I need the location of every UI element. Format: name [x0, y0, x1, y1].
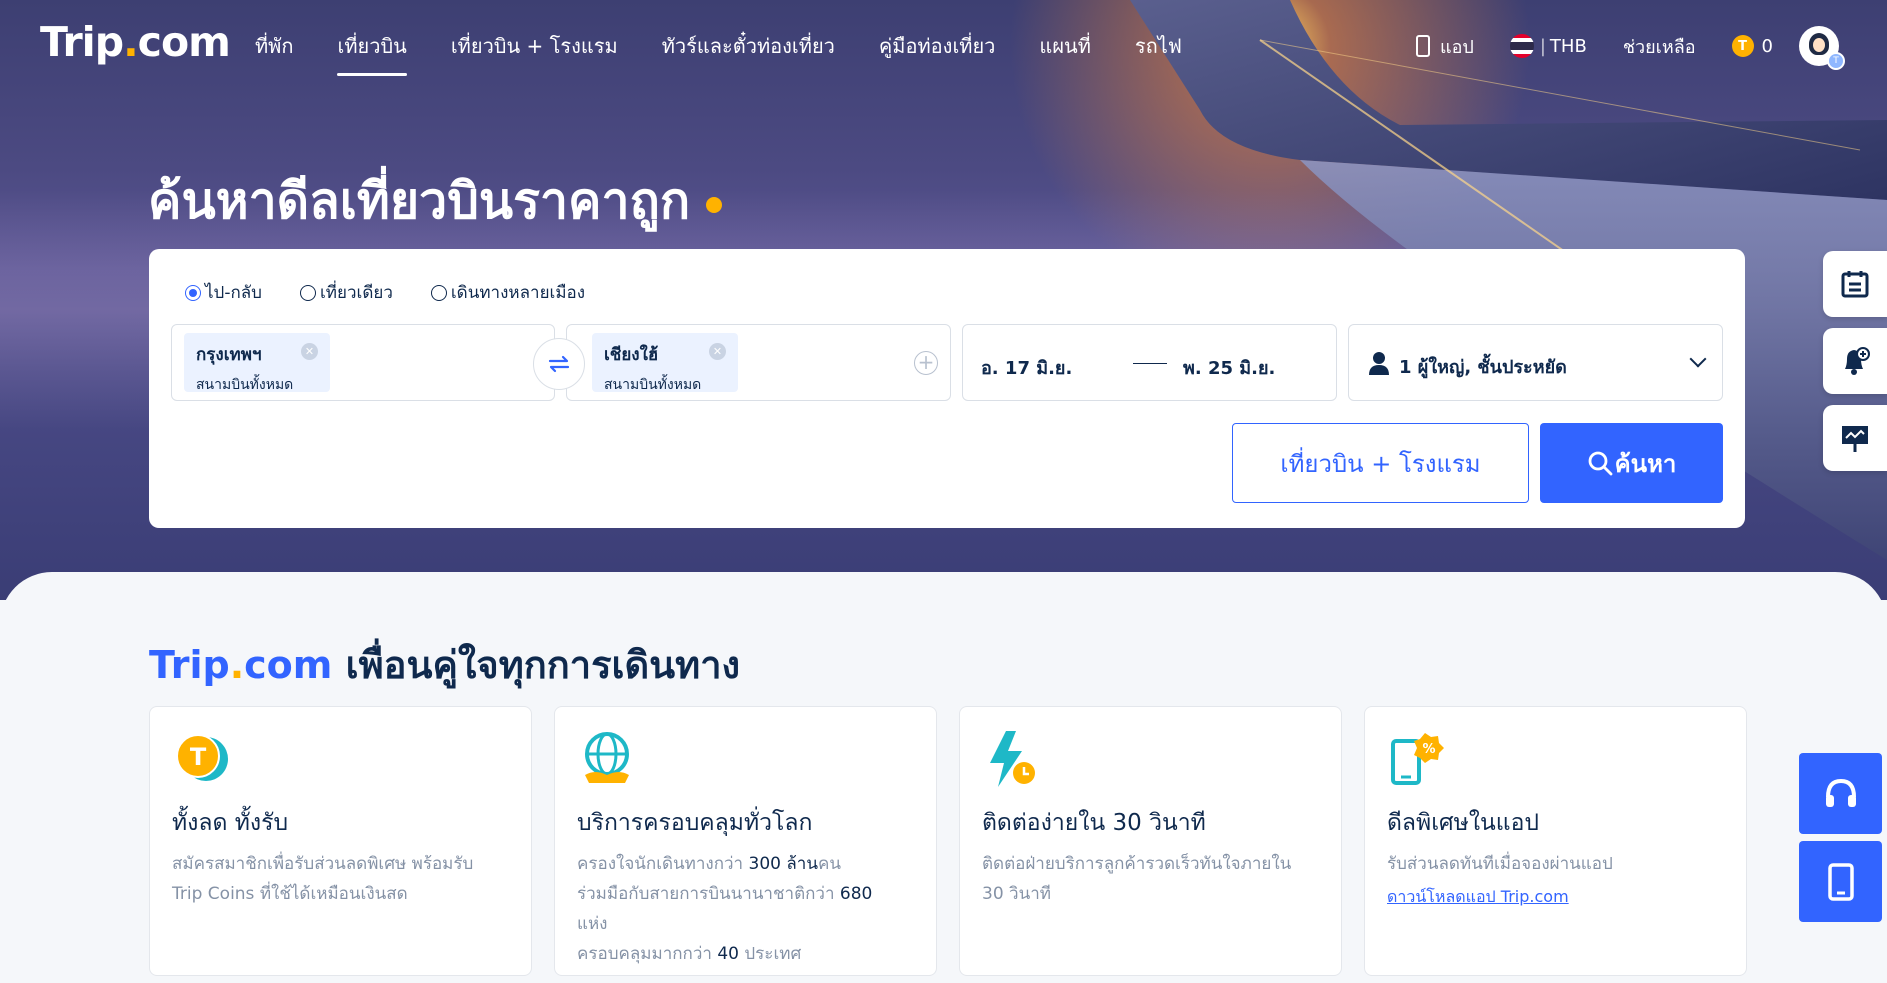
feature-card-global: บริการครอบคลุมทั่วโลก ครองใจนักเดินทางกว… [554, 706, 937, 976]
floating-actions [1799, 753, 1882, 929]
trip-coin-icon: T [1731, 35, 1754, 57]
mobile-app-button[interactable] [1799, 841, 1882, 922]
nav-link-tours-tickets[interactable]: ทัวร์และตั๋วท่องเที่ยว [662, 30, 835, 62]
download-app-link[interactable]: ดาวน์โหลดแอป Trip.com [1387, 885, 1569, 910]
person-icon [1369, 352, 1389, 375]
search-icon [1588, 451, 1613, 476]
trip-type-options: ไป-กลับ เที่ยวเดียว เดินทางหลายเมือง [185, 279, 623, 306]
nav-link-travel-guide[interactable]: คู่มือท่องเที่ยว [879, 30, 996, 62]
nav-links: ที่พัก เที่ยวบิน เที่ยวบิน + โรงแรม ทัวร… [255, 30, 1226, 76]
return-date[interactable]: พ. 25 มิ.ย. [1183, 353, 1275, 382]
page-title: ค้นหาดีลเที่ยวบินราคาถูก [148, 162, 723, 241]
card-description: ติดต่อฝ่ายบริการลูกค้ารวดเร็วทันใจภายใน … [982, 854, 1292, 904]
top-nav: Trip.com ที่พัก เที่ยวบิน เที่ยวบิน + โร… [0, 0, 1887, 86]
swap-icon [548, 355, 570, 373]
svg-text:%: % [1422, 742, 1435, 757]
card-title: ติดต่อง่ายใน 30 วินาที [982, 810, 1206, 836]
calendar-tool-button[interactable] [1823, 251, 1887, 317]
clear-origin-icon[interactable]: ✕ [301, 343, 318, 360]
section-title: Trip.com เพื่อนคู่ใจทุกการเดินทาง [149, 643, 741, 687]
app-label: แอป [1440, 36, 1474, 58]
nav-link-trains[interactable]: รถไฟ [1135, 30, 1182, 62]
app-deal-icon: % [1391, 733, 1444, 785]
nav-link-hotels[interactable]: ที่พัก [255, 30, 293, 62]
help-link[interactable]: ช่วยเหลือ [1623, 32, 1696, 61]
trip-logo[interactable]: Trip.com [40, 18, 231, 66]
coins-count: 0 [1761, 35, 1773, 57]
card-title: ดีลพิเศษในแอป [1387, 810, 1540, 836]
card-title: ทั้งลด ทั้งรับ [172, 810, 289, 836]
mobile-app-icon [1827, 862, 1854, 901]
thai-flag-icon [1509, 34, 1534, 58]
passenger-summary: 1 ผู้ใหญ่, ชั้นประหยัด [1399, 357, 1567, 378]
app-download-link[interactable]: แอป [1416, 32, 1474, 61]
passenger-class-field[interactable]: 1 ผู้ใหญ่, ชั้นประหยัด [1348, 324, 1723, 401]
card-title: บริการครอบคลุมทั่วโลก [577, 810, 813, 836]
clear-destination-icon[interactable]: ✕ [709, 343, 726, 360]
divider: | [1539, 35, 1546, 57]
calendar-icon [1841, 271, 1869, 298]
nav-utilities: แอป | THB ช่วยเหลือ T 0 T [1380, 26, 1845, 70]
brand-text: Trip.com [149, 643, 333, 687]
nav-link-flight-hotel[interactable]: เที่ยวบิน + โรงแรม [451, 30, 618, 62]
currency-label: THB [1549, 35, 1587, 57]
price-alert-button[interactable] [1823, 328, 1887, 394]
depart-date[interactable]: อ. 17 มิ.ย. [981, 353, 1072, 382]
trip-coins[interactable]: T 0 [1731, 35, 1773, 57]
destination-field[interactable]: เชียงใฮ้ สนามบินทั้งหมด ✕ + [566, 324, 951, 401]
flight-hotel-button[interactable]: เที่ยวบิน + โรงแรม [1232, 423, 1529, 503]
price-trend-button[interactable] [1823, 405, 1887, 471]
origin-airport: สนามบินทั้งหมด [196, 377, 294, 393]
date-separator [1133, 363, 1167, 364]
feature-card-app-deal: % ดีลพิเศษในแอป รับส่วนลดทันทีเมื่อจองผ่… [1364, 706, 1747, 976]
phone-icon [1416, 35, 1430, 57]
headline-dot [706, 196, 723, 213]
flight-search-card: ไป-กลับ เที่ยวเดียว เดินทางหลายเมือง กรุ… [149, 249, 1745, 528]
card-description: รับส่วนลดทันทีเมื่อจองผ่านแอป [1387, 854, 1613, 874]
trip-coins-icon: T [176, 734, 228, 781]
price-trend-icon [1842, 426, 1868, 452]
svg-text:T: T [190, 743, 207, 771]
feature-card-contact: ติดต่อง่ายใน 30 วินาที ติดต่อฝ่ายบริการล… [959, 706, 1342, 976]
trip-type-multi-city[interactable]: เดินทางหลายเมือง [430, 279, 585, 306]
card-description: สมัครสมาชิกเพื่อรับส่วนลดพิเศษ พร้อมรับ … [172, 854, 474, 904]
trip-type-round-trip[interactable]: ไป-กลับ [185, 279, 262, 306]
add-city-icon[interactable]: + [914, 351, 938, 375]
lightning-clock-icon [990, 731, 1035, 787]
destination-chip: เชียงใฮ้ สนามบินทั้งหมด ✕ [592, 333, 738, 393]
nav-link-flights[interactable]: เที่ยวบิน [337, 30, 408, 76]
radio[interactable] [430, 284, 447, 301]
origin-field[interactable]: กรุงเทพฯ สนามบินทั้งหมด ✕ [171, 324, 555, 401]
trip-type-one-way[interactable]: เที่ยวเดียว [299, 279, 393, 306]
feature-cards: T ทั้งลด ทั้งรับ สมัครสมาชิกเพื่อรับส่วน… [149, 706, 1747, 976]
globe-icon [585, 732, 629, 783]
chevron-down-icon [1689, 350, 1707, 368]
price-alert-icon [1845, 347, 1870, 375]
customer-service-icon [1825, 778, 1856, 807]
radio[interactable] [299, 284, 316, 301]
feature-card-coins: T ทั้งลด ทั้งรับ สมัครสมาชิกเพื่อรับส่วน… [149, 706, 532, 976]
features-section: Trip.com เพื่อนคู่ใจทุกการเดินทาง T ทั้ง… [0, 572, 1887, 983]
customer-service-button[interactable] [1799, 753, 1882, 834]
destination-airport: สนามบินทั้งหมด [604, 377, 702, 393]
radio-checked[interactable] [185, 284, 201, 301]
currency-selector[interactable]: | THB [1509, 34, 1587, 58]
origin-chip: กรุงเทพฯ สนามบินทั้งหมด ✕ [184, 333, 330, 393]
card-description: ครองใจนักเดินทางกว่า 300 ล้านคน ร่วมมือก… [577, 854, 873, 964]
date-field[interactable]: อ. 17 มิ.ย. พ. 25 มิ.ย. [962, 324, 1337, 401]
user-avatar[interactable]: T [1799, 26, 1845, 70]
member-badge-icon: T [1827, 52, 1845, 70]
search-button[interactable]: ค้นหา [1540, 423, 1723, 503]
nav-link-map[interactable]: แผนที่ [1039, 30, 1090, 62]
swap-route-button[interactable] [533, 338, 585, 390]
help-label: ช่วยเหลือ [1622, 36, 1696, 58]
side-toolbar [1823, 251, 1887, 482]
